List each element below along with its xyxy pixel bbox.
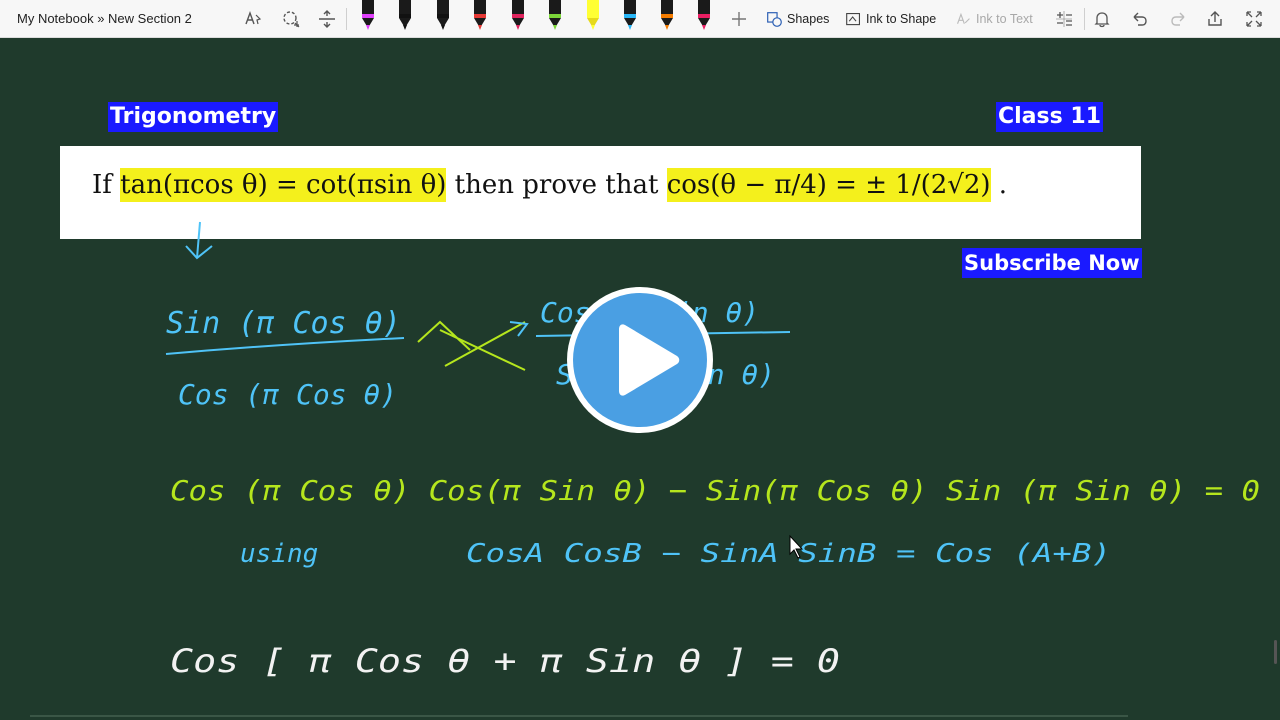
- vertical-scrollbar[interactable]: [1274, 640, 1277, 664]
- play-icon: [619, 324, 680, 396]
- play-button-circle: [573, 293, 707, 427]
- down-arrow-icon: [185, 221, 213, 260]
- ink-lhs-denominator: Cos (π Cos θ): [178, 378, 397, 411]
- ink-expanded-equation: Cos (π Cos θ) Cos(π Sin θ) − Sin(π Cos θ…: [170, 474, 1260, 507]
- ink-lhs-numerator: Sin (π Cos θ): [166, 306, 401, 341]
- ink-using: using: [240, 539, 318, 569]
- ink-identity: CosA CosB − SinA SinB = Cos (A+B): [466, 539, 1111, 569]
- play-button[interactable]: [567, 287, 713, 433]
- ink-result: Cos [ π Cos θ + π Sin θ ] = 0: [170, 642, 840, 680]
- cross-multiply-arrows: [417, 320, 526, 371]
